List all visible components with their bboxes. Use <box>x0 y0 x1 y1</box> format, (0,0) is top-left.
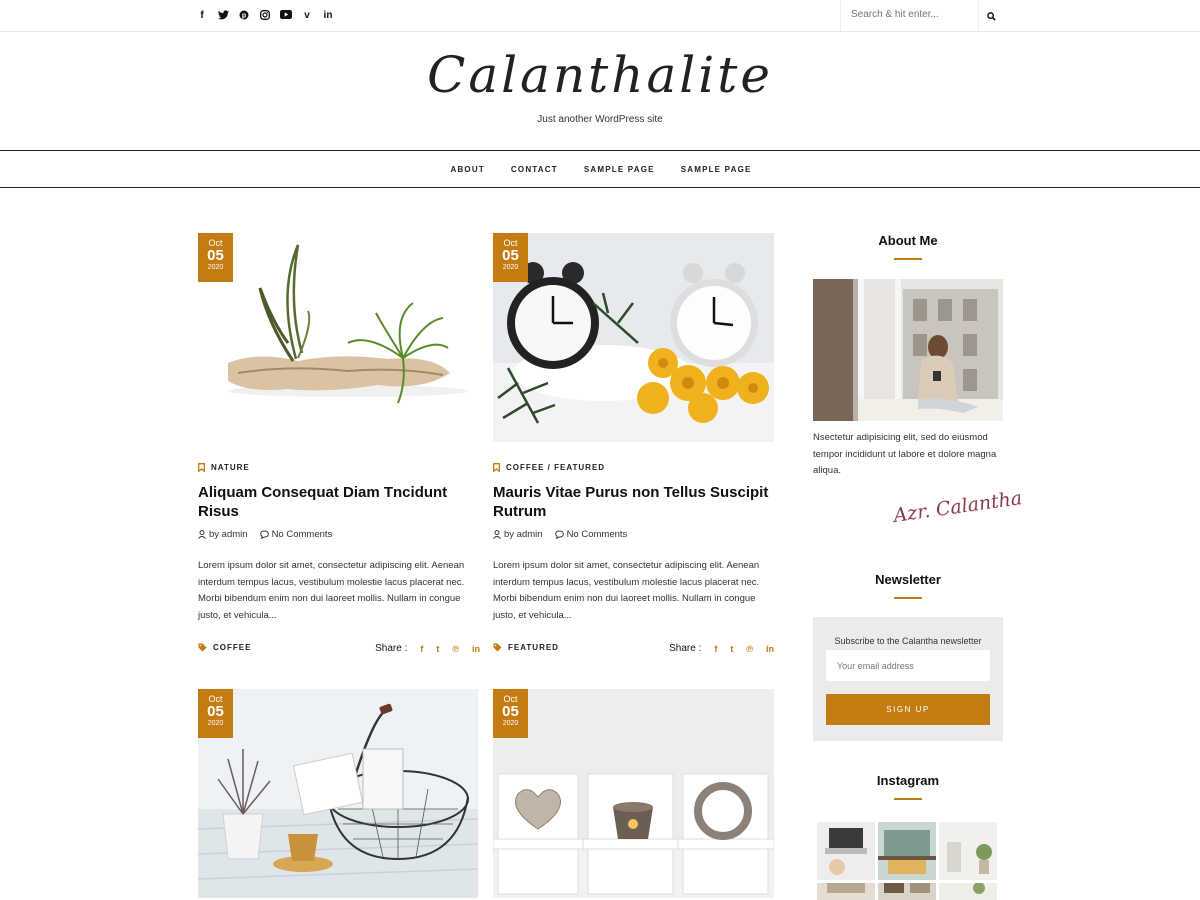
site-tagline: Just another WordPress site <box>537 114 663 125</box>
nav-item-contact[interactable]: CONTACT <box>511 165 558 174</box>
share-label: Share : <box>375 643 408 654</box>
nav-item-sample-page[interactable]: SAMPLE PAGE <box>584 165 655 174</box>
post-author[interactable]: by admin <box>209 529 248 540</box>
post-author[interactable]: by admin <box>504 529 543 540</box>
post-excerpt: Lorem ipsum dolor sit amet, consectetur … <box>493 560 760 621</box>
site-logo[interactable]: Calanthalite <box>0 46 1200 104</box>
tag-icon <box>493 643 502 652</box>
newsletter-text: Subscribe to the Calantha newsletter <box>834 636 982 646</box>
post-footer: COFFEE Share : f t ℗ in <box>198 643 480 657</box>
post-comments[interactable]: No Comments <box>567 529 628 540</box>
post-comments[interactable]: No Comments <box>272 529 333 540</box>
date-badge: Oct 05 2020 <box>493 233 528 282</box>
user-icon <box>198 530 206 539</box>
search-button[interactable] <box>978 0 1003 32</box>
svg-text:LOVE: LOVE <box>705 804 741 819</box>
main-nav: ABOUT CONTACT SAMPLE PAGE SAMPLE PAGE <box>0 150 1200 188</box>
comment-icon <box>554 530 564 539</box>
post-tag[interactable]: COFFEE <box>198 643 251 652</box>
instagram-title: Instagram <box>876 773 940 788</box>
share-facebook-icon[interactable]: f <box>420 644 423 654</box>
vimeo-icon[interactable]: v <box>301 10 313 22</box>
signup-button[interactable]: SIGN UP <box>826 694 990 725</box>
post-image[interactable]: LOVE <box>493 689 774 898</box>
post-tag[interactable]: FEATURED <box>493 643 559 652</box>
search-box <box>840 0 1002 32</box>
share-twitter-icon[interactable]: t <box>730 644 733 654</box>
email-field[interactable] <box>826 650 990 681</box>
search-input[interactable] <box>851 9 971 20</box>
post-footer: FEATURED Share : f t ℗ in <box>493 643 774 657</box>
post-excerpt: Lorem ipsum dolor sit amet, consectetur … <box>198 560 465 621</box>
post-meta: by admin No Comments <box>198 529 332 540</box>
post-card: Oct 05 2020 COFFEE / FEATURED Mauris Vit… <box>493 233 774 663</box>
about-image[interactable] <box>813 279 1003 421</box>
nav-item-about[interactable]: ABOUT <box>450 165 484 174</box>
about-divider <box>894 258 922 260</box>
date-badge: Oct 05 2020 <box>198 233 233 282</box>
instagram-photo[interactable] <box>939 822 997 880</box>
user-icon <box>493 530 501 539</box>
post-categories[interactable]: NATURE <box>198 463 250 472</box>
share-linkedin-icon[interactable]: in <box>472 644 480 654</box>
post-title[interactable]: Aliquam Consequat Diam Tncidunt Risus <box>198 483 480 521</box>
social-links: f p v in <box>196 10 334 22</box>
svg-text:p: p <box>242 13 246 20</box>
share-pinterest-icon[interactable]: ℗ <box>452 644 459 654</box>
facebook-icon[interactable]: f <box>196 10 208 22</box>
share-bar: Share : f t ℗ in <box>375 643 480 654</box>
post-meta: by admin No Comments <box>493 529 627 540</box>
post-card: LOVE Oct 05 2020 <box>493 689 774 900</box>
post-title[interactable]: Mauris Vitae Purus non Tellus Suscipit R… <box>493 483 778 521</box>
newsletter-divider <box>894 597 922 599</box>
post-image[interactable] <box>198 689 478 898</box>
comment-icon <box>259 530 269 539</box>
newsletter-box: Subscribe to the Calantha newsletter SIG… <box>813 617 1003 741</box>
instagram-photo[interactable] <box>939 883 997 900</box>
instagram-photo[interactable] <box>878 883 936 900</box>
share-linkedin-icon[interactable]: in <box>766 644 774 654</box>
bookmark-icon <box>493 463 500 472</box>
post-card: Oct 05 2020 NATURE Aliquam Consequat Dia… <box>198 233 480 663</box>
bookmark-icon <box>198 463 205 472</box>
instagram-divider <box>894 798 922 800</box>
instagram-photo[interactable] <box>817 822 875 880</box>
search-icon <box>986 11 996 21</box>
post-categories[interactable]: COFFEE / FEATURED <box>493 463 605 472</box>
share-pinterest-icon[interactable]: ℗ <box>746 644 753 654</box>
tag-icon <box>198 643 207 652</box>
linkedin-icon[interactable]: in <box>322 10 334 22</box>
post-image[interactable] <box>493 233 774 442</box>
post-card: Oct 05 2020 <box>198 689 478 900</box>
instagram-photo[interactable] <box>817 883 875 900</box>
date-badge: Oct 05 2020 <box>198 689 233 738</box>
post-image[interactable] <box>198 233 480 443</box>
instagram-grid <box>817 822 1003 900</box>
top-bar: f p v in <box>0 0 1200 32</box>
about-title: About Me <box>878 233 938 248</box>
instagram-photo[interactable] <box>878 822 936 880</box>
share-bar: Share : f t ℗ in <box>669 643 774 654</box>
instagram-icon[interactable] <box>259 10 271 22</box>
signature: Azr. Calantha <box>892 487 1024 527</box>
pinterest-icon[interactable]: p <box>238 10 250 22</box>
twitter-icon[interactable] <box>217 10 229 22</box>
about-text: Nsectetur adipisicing elit, sed do eiusm… <box>813 432 997 476</box>
share-facebook-icon[interactable]: f <box>714 644 717 654</box>
newsletter-title: Newsletter <box>875 572 941 587</box>
share-twitter-icon[interactable]: t <box>436 644 439 654</box>
date-badge: Oct 05 2020 <box>493 689 528 738</box>
nav-item-sample-page-2[interactable]: SAMPLE PAGE <box>681 165 752 174</box>
youtube-icon[interactable] <box>280 10 292 22</box>
share-label: Share : <box>669 643 702 654</box>
